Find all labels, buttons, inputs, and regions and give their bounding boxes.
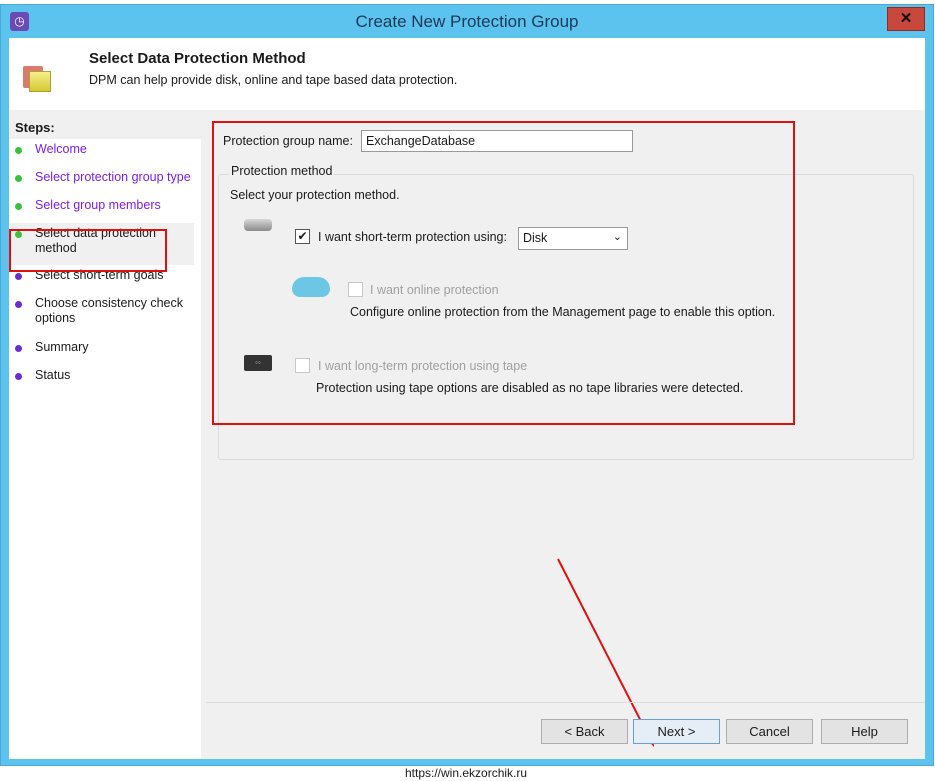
step-pending-icon bbox=[15, 373, 22, 380]
step-highlight-box bbox=[9, 229, 167, 272]
button-bar: < Back Next > Cancel Help bbox=[206, 702, 925, 759]
step-status: Status bbox=[9, 365, 201, 393]
form-highlight-box bbox=[212, 121, 795, 425]
step-select-group-members[interactable]: Select group members bbox=[9, 195, 201, 223]
help-button[interactable]: Help bbox=[821, 719, 908, 744]
step-pending-icon bbox=[15, 301, 22, 308]
next-button[interactable]: Next > bbox=[633, 719, 720, 744]
window-title: Create New Protection Group bbox=[355, 12, 579, 31]
page-subtitle: DPM can help provide disk, online and ta… bbox=[89, 73, 458, 87]
wizard-header: Select Data Protection Method DPM can he… bbox=[9, 38, 925, 110]
close-button[interactable]: ✕ bbox=[887, 7, 925, 31]
steps-panel: Steps: Welcome Select protection group t… bbox=[9, 115, 201, 759]
step-summary: Summary bbox=[9, 337, 201, 365]
step-done-icon bbox=[15, 203, 22, 210]
step-welcome[interactable]: Welcome bbox=[9, 139, 201, 167]
dialog-window: ◷ Create New Protection Group ✕ Select D… bbox=[0, 4, 934, 766]
cancel-button[interactable]: Cancel bbox=[726, 719, 813, 744]
step-pending-icon bbox=[15, 273, 22, 280]
page-title: Select Data Protection Method bbox=[89, 50, 306, 67]
watermark-url: https://win.ekzorchik.ru bbox=[405, 766, 528, 780]
step-done-icon bbox=[15, 147, 22, 154]
steps-heading: Steps: bbox=[9, 115, 201, 139]
step-pending-icon bbox=[15, 345, 22, 352]
title-bar: ◷ Create New Protection Group ✕ bbox=[1, 5, 933, 38]
step-select-group-type[interactable]: Select protection group type bbox=[9, 167, 201, 195]
step-done-icon bbox=[15, 175, 22, 182]
back-button[interactable]: < Back bbox=[541, 719, 628, 744]
main-panel: Protection group name: ExchangeDatabase … bbox=[206, 115, 925, 759]
folder-icon bbox=[23, 66, 51, 92]
step-consistency-check: Choose consistency check options bbox=[9, 293, 201, 337]
